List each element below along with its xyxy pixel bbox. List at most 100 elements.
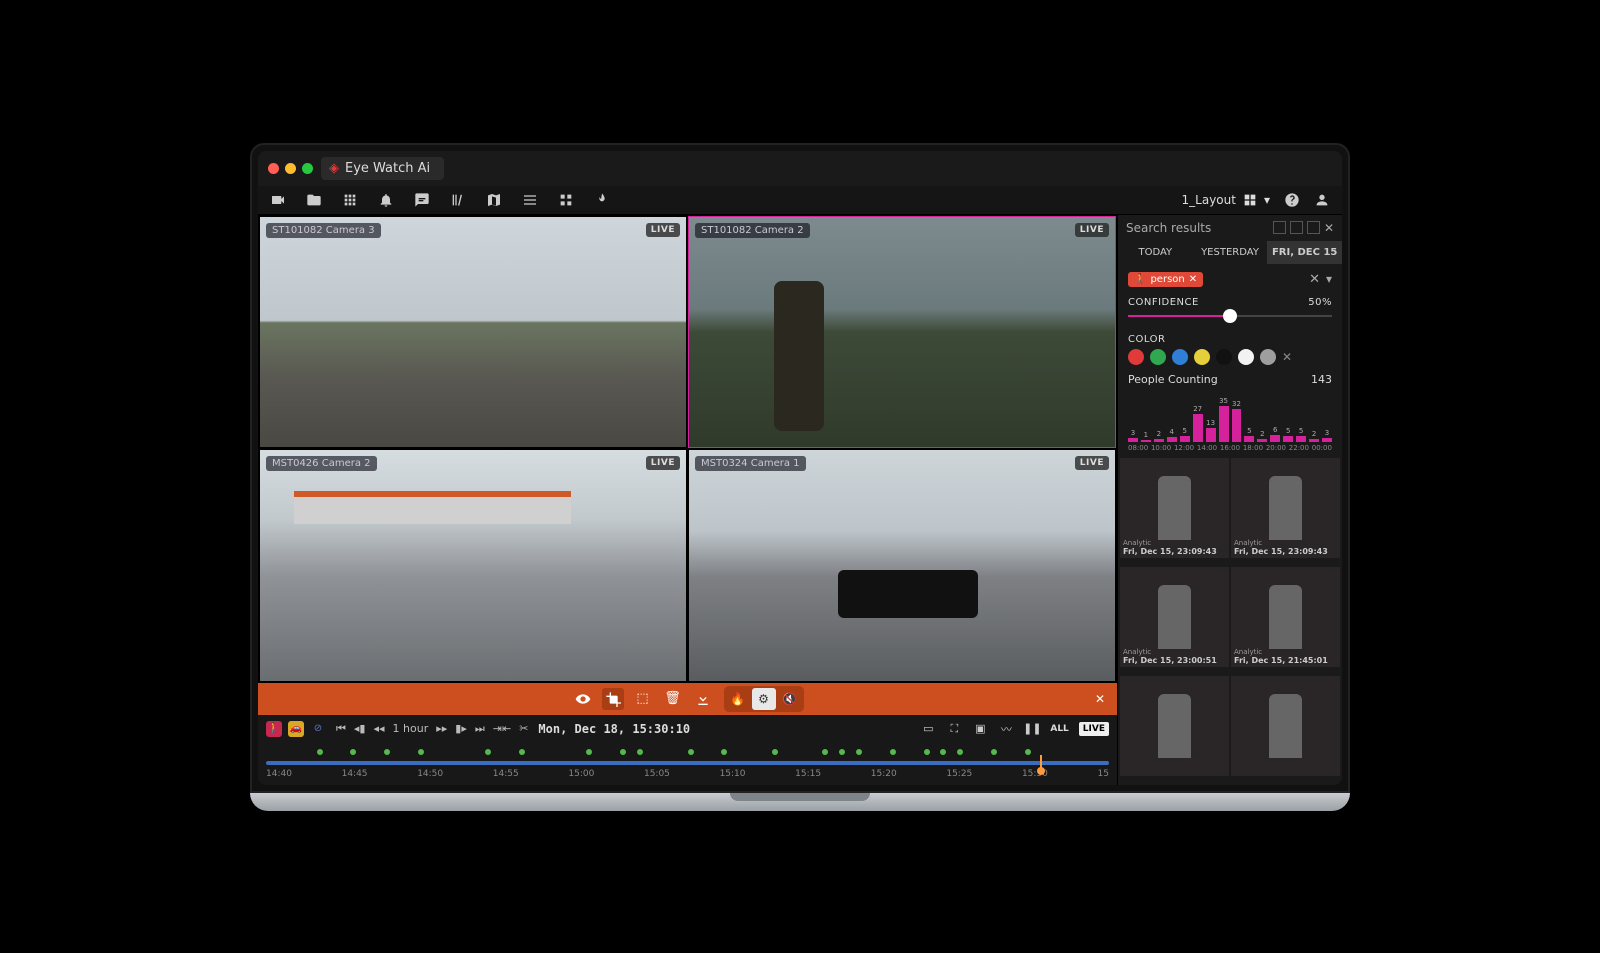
- timeline-track[interactable]: [266, 761, 1109, 765]
- user-icon[interactable]: [1314, 192, 1330, 208]
- timeline-event-marker[interactable]: [620, 749, 626, 755]
- result-thumbnail[interactable]: AnalyticFri, Dec 15, 21:45:01: [1231, 567, 1340, 667]
- fire-icon[interactable]: [594, 192, 610, 208]
- folder-icon[interactable]: [306, 192, 322, 208]
- slider-knob[interactable]: [1223, 309, 1237, 323]
- panel-close-icon[interactable]: ✕: [1324, 221, 1334, 235]
- forward-button[interactable]: ▸▸: [436, 722, 447, 735]
- all-label[interactable]: ALL: [1050, 724, 1068, 734]
- color-swatch[interactable]: [1194, 349, 1210, 365]
- timeline-event-marker[interactable]: [637, 749, 643, 755]
- chip-remove-button[interactable]: ✕: [1189, 274, 1197, 285]
- window-close-button[interactable]: [268, 163, 279, 174]
- map-icon[interactable]: [486, 192, 502, 208]
- skip-start-button[interactable]: ⏮: [336, 722, 346, 736]
- timeline-event-marker[interactable]: [485, 749, 491, 755]
- result-thumbnail[interactable]: [1231, 676, 1340, 776]
- date-tab[interactable]: FRI, DEC 15: [1267, 241, 1342, 264]
- camera-tile-2[interactable]: ST101082 Camera 2 LIVE: [689, 217, 1115, 448]
- download-icon[interactable]: [692, 688, 714, 710]
- chat-icon[interactable]: [414, 192, 430, 208]
- window-minimize-button[interactable]: [285, 163, 296, 174]
- library-icon[interactable]: [450, 192, 466, 208]
- playhead[interactable]: [1040, 755, 1042, 771]
- camera-tile-4[interactable]: MST0324 Camera 1 LIVE: [689, 450, 1115, 681]
- layout-label: 1_Layout: [1182, 193, 1236, 207]
- apps-icon[interactable]: [558, 192, 574, 208]
- color-swatch[interactable]: [1260, 349, 1276, 365]
- filter-chip-person[interactable]: 🚶 person ✕: [1128, 272, 1203, 287]
- color-swatch[interactable]: [1216, 349, 1232, 365]
- camera-icon[interactable]: [270, 192, 286, 208]
- date-tab[interactable]: YESTERDAY: [1193, 241, 1268, 264]
- timeline-event-marker[interactable]: [991, 749, 997, 755]
- capture-icon[interactable]: ▭: [920, 721, 936, 737]
- timeline-event-marker[interactable]: [519, 749, 525, 755]
- confidence-slider[interactable]: [1128, 308, 1332, 324]
- color-swatch[interactable]: [1172, 349, 1188, 365]
- aspect-icon[interactable]: ▣: [972, 721, 988, 737]
- timeline-event-marker[interactable]: [940, 749, 946, 755]
- cut-button[interactable]: ✂: [519, 722, 528, 735]
- timeline-event-marker[interactable]: [688, 749, 694, 755]
- color-swatch[interactable]: [1238, 349, 1254, 365]
- timeline-event-marker[interactable]: [957, 749, 963, 755]
- camera-tile-3[interactable]: MST0426 Camera 2 LIVE: [260, 450, 686, 681]
- timeline-event-marker[interactable]: [890, 749, 896, 755]
- layout-selector[interactable]: 1_Layout ▾: [1182, 192, 1270, 208]
- live-toggle[interactable]: LIVE: [1079, 722, 1109, 736]
- panel-popout-icon[interactable]: [1273, 221, 1286, 234]
- result-thumbnail[interactable]: AnalyticFri, Dec 15, 23:09:43: [1120, 458, 1229, 558]
- step-fwd-button[interactable]: ▮▸: [455, 722, 467, 735]
- timeline-event-marker[interactable]: [418, 749, 424, 755]
- date-tab[interactable]: TODAY: [1118, 241, 1193, 264]
- pause-button[interactable]: ❚❚: [1024, 721, 1040, 737]
- mute-mode-button[interactable]: 🔇: [778, 688, 802, 710]
- panel-split-icon[interactable]: [1290, 221, 1303, 234]
- track-mode-button[interactable]: ⚙: [752, 688, 776, 710]
- timeline-event-marker[interactable]: [586, 749, 592, 755]
- region-icon[interactable]: ⬚: [632, 688, 654, 710]
- timeline-event-marker[interactable]: [317, 749, 323, 755]
- sync-button[interactable]: ⇥⇤: [493, 722, 511, 735]
- activity-icon[interactable]: 〰: [998, 721, 1014, 737]
- timeline-event-marker[interactable]: [1025, 749, 1031, 755]
- panel-restore-icon[interactable]: [1307, 221, 1320, 234]
- skip-end-button[interactable]: ⏭: [475, 722, 485, 736]
- expand-filters-button[interactable]: ▾: [1326, 272, 1332, 286]
- color-swatch[interactable]: [1128, 349, 1144, 365]
- delete-icon[interactable]: 🗑: [662, 688, 684, 710]
- step-back-button[interactable]: ◂▮: [354, 722, 366, 735]
- heat-mode-button[interactable]: 🔥: [726, 688, 750, 710]
- crop-icon[interactable]: [602, 688, 624, 710]
- app-tab[interactable]: ◈ Eye Watch Ai: [321, 157, 444, 180]
- visibility-icon[interactable]: [572, 688, 594, 710]
- timeline-event-marker[interactable]: [924, 749, 930, 755]
- timeline-event-marker[interactable]: [721, 749, 727, 755]
- result-thumbnail[interactable]: [1120, 676, 1229, 776]
- fullscreen-icon[interactable]: ⛶: [946, 721, 962, 737]
- clear-color-button[interactable]: ✕: [1282, 350, 1292, 364]
- filter-vehicle-icon[interactable]: 🚗: [288, 721, 304, 737]
- timeline-event-marker[interactable]: [839, 749, 845, 755]
- color-swatch[interactable]: [1150, 349, 1166, 365]
- rewind-button[interactable]: ◂◂: [373, 722, 384, 735]
- timeline-event-marker[interactable]: [822, 749, 828, 755]
- result-thumbnail[interactable]: AnalyticFri, Dec 15, 23:00:51: [1120, 567, 1229, 667]
- speed-label[interactable]: 1 hour: [393, 722, 429, 735]
- timeline-event-marker[interactable]: [856, 749, 862, 755]
- help-icon[interactable]: [1284, 192, 1300, 208]
- timeline-event-marker[interactable]: [350, 749, 356, 755]
- timeline-event-marker[interactable]: [384, 749, 390, 755]
- camera-tile-1[interactable]: ST101082 Camera 3 LIVE: [260, 217, 686, 448]
- filter-other-icon[interactable]: ⊘: [310, 721, 326, 737]
- clear-filters-button[interactable]: ✕: [1309, 272, 1320, 287]
- toolstrip-close-button[interactable]: ✕: [1095, 692, 1105, 706]
- grid-icon[interactable]: [342, 192, 358, 208]
- notifications-icon[interactable]: [378, 192, 394, 208]
- timeline-event-marker[interactable]: [772, 749, 778, 755]
- list-icon[interactable]: [522, 192, 538, 208]
- filter-person-icon[interactable]: 🚶: [266, 721, 282, 737]
- result-thumbnail[interactable]: AnalyticFri, Dec 15, 23:09:43: [1231, 458, 1340, 558]
- window-maximize-button[interactable]: [302, 163, 313, 174]
